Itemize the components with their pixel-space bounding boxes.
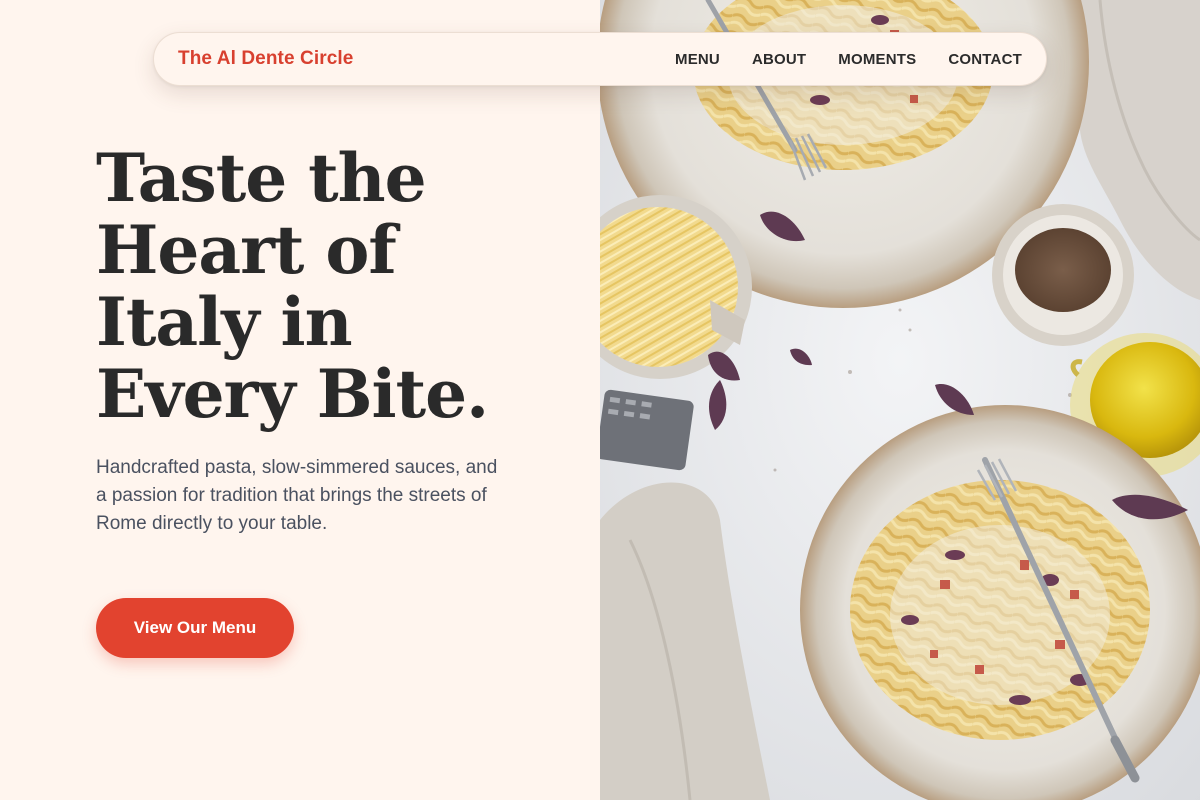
brand-logo-text[interactable]: The Al Dente Circle [178, 48, 353, 70]
pasta-dishes-image [600, 0, 1200, 800]
nav-links: MENU ABOUT MOMENTS CONTACT [675, 51, 1022, 68]
hero-photo [600, 0, 1200, 800]
nav-link-menu[interactable]: MENU [675, 51, 720, 68]
hero-subtitle: Handcrafted pasta, slow-simmered sauces,… [96, 457, 498, 534]
hero-title-line: Heart of [96, 211, 397, 289]
hero-title-line: Every Bite. [96, 355, 489, 433]
nav-link-about[interactable]: ABOUT [752, 51, 806, 68]
nav-link-moments[interactable]: MOMENTS [838, 51, 916, 68]
view-menu-button[interactable]: View Our Menu [96, 598, 294, 658]
hero-title-line: Taste the [96, 139, 427, 217]
hero-title: Taste the Heart of Italy in Every Bite. [96, 142, 516, 430]
nav-link-contact[interactable]: CONTACT [948, 51, 1022, 68]
hero-title-line: Italy in [96, 283, 353, 361]
top-navbar: The Al Dente Circle MENU ABOUT MOMENTS C… [153, 32, 1047, 86]
